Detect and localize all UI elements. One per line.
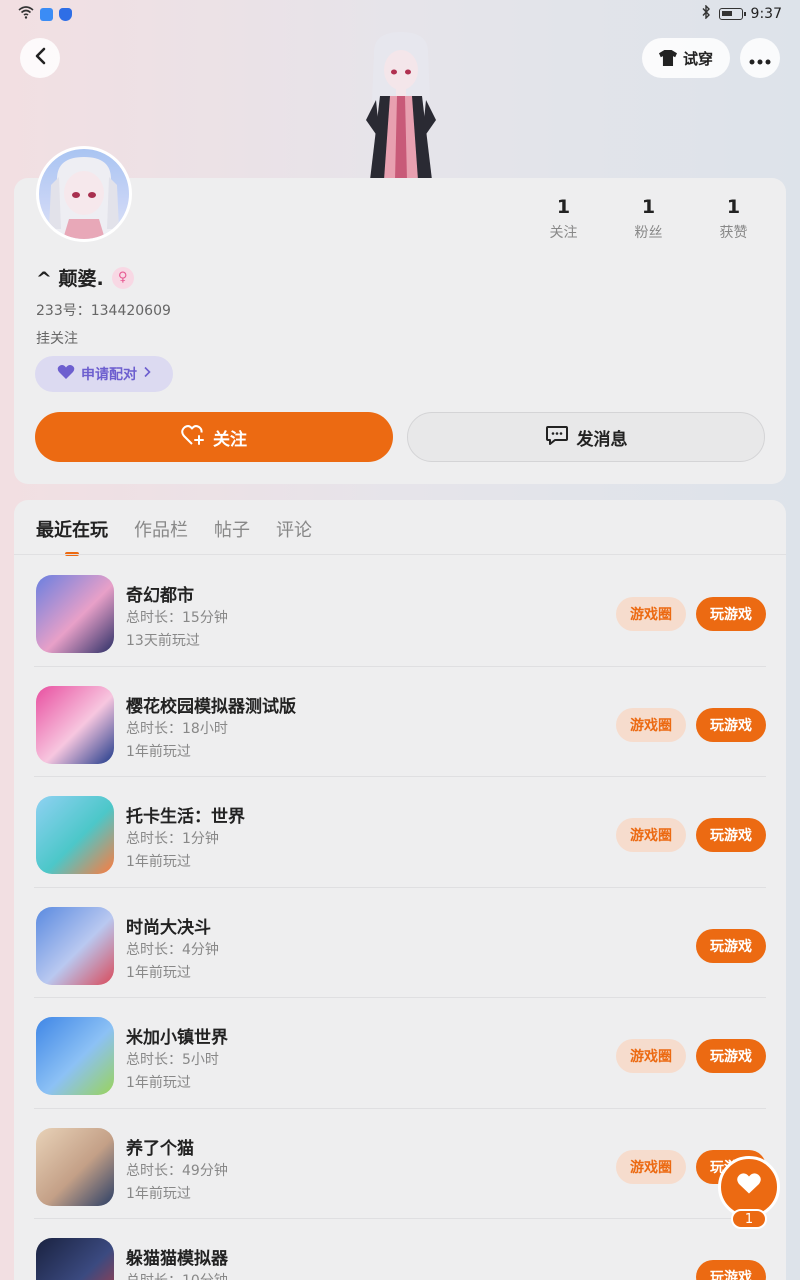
game-list: 奇幻都市 总时长：15分钟 13天前玩过 游戏圈 玩游戏 樱花校园模拟器测试版 … (14, 556, 786, 1280)
heart-icon (736, 1172, 762, 1202)
play-game-button[interactable]: 玩游戏 (696, 707, 766, 742)
profile-stats: 1 关注 1 粉丝 1 获赞 (521, 196, 776, 242)
game-circle-button[interactable]: 游戏圈 (616, 707, 686, 742)
tab-works[interactable]: 作品栏 (134, 516, 188, 542)
game-row[interactable]: 托卡生活：世界 总时长：1分钟 1年前玩过 游戏圈 玩游戏 (34, 777, 766, 888)
game-circle-button[interactable]: 游戏圈 (616, 818, 686, 852)
status-time: 9:37 (750, 6, 782, 22)
game-duration: 总时长：5小时 (126, 1052, 219, 1068)
user-id-label: 233号： (36, 303, 91, 319)
game-name: 米加小镇世界 (126, 1028, 228, 1048)
user-id[interactable]: 233号：134420609 (36, 300, 171, 320)
stat-following[interactable]: 1 关注 (521, 196, 606, 242)
follow-label: 关注 (213, 429, 247, 450)
username-text: ^ 颠婆. (36, 268, 104, 290)
game-name: 躲猫猫模拟器 (126, 1249, 228, 1269)
more-button[interactable] (740, 38, 780, 78)
user-bio: 挂关注 (36, 331, 78, 347)
game-icon[interactable] (36, 575, 114, 653)
more-dots-icon (749, 46, 771, 70)
game-last-played: 1年前玩过 (126, 854, 191, 870)
send-message-button[interactable]: 发消息 (407, 412, 765, 462)
play-game-button[interactable]: 玩游戏 (696, 818, 766, 852)
game-row[interactable]: 躲猫猫模拟器 总时长：10分钟 玩游戏 (34, 1219, 766, 1280)
send-message-label: 发消息 (576, 429, 628, 450)
avatar[interactable] (36, 146, 132, 242)
apply-match-button[interactable]: 申请配对 (35, 356, 173, 392)
game-icon[interactable] (36, 685, 114, 764)
try-on-button[interactable]: 试穿 (642, 38, 730, 78)
try-on-label: 试穿 (682, 49, 713, 68)
profile-card: 1 关注 1 粉丝 1 获赞 ^ 颠婆. ♀ 233号：134420609 挂关… (14, 146, 786, 484)
wifi-icon (18, 6, 34, 23)
avatar-character-image[interactable] (360, 30, 442, 180)
tab-recent-played[interactable]: 最近在玩 (36, 516, 108, 556)
game-row[interactable]: 养了个猫 总时长：49分钟 1年前玩过 游戏圈 玩游戏 (34, 1109, 766, 1219)
game-icon[interactable] (36, 1017, 114, 1095)
stat-likes[interactable]: 1 获赞 (691, 196, 776, 242)
game-last-played: 1年前玩过 (126, 743, 191, 760)
stat-fans-label: 粉丝 (634, 225, 663, 241)
stat-fans[interactable]: 1 粉丝 (606, 196, 691, 242)
tab-posts[interactable]: 帖子 (214, 516, 250, 542)
like-count-badge: 1 (731, 1209, 767, 1229)
cloud-icon (40, 8, 53, 21)
game-icon[interactable] (36, 1127, 114, 1206)
chevron-right-icon (143, 366, 151, 382)
status-bar: 9:37 (0, 0, 800, 30)
game-icon[interactable] (36, 1238, 114, 1280)
battery-icon (718, 8, 746, 20)
back-button[interactable] (20, 38, 60, 78)
game-row[interactable]: 奇幻都市 总时长：15分钟 13天前玩过 游戏圈 玩游戏 (34, 556, 766, 667)
stat-likes-label: 获赞 (719, 225, 748, 241)
follow-button[interactable]: 关注 (35, 412, 393, 462)
game-duration: 总时长：49分钟 (126, 1162, 228, 1179)
profile-tabs: 最近在玩 作品栏 帖子 评论 (36, 516, 312, 556)
tab-divider (14, 554, 786, 555)
game-duration: 总时长：4分钟 (126, 941, 219, 958)
username: ^ 颠婆. ♀ (36, 264, 134, 291)
apply-match-label: 申请配对 (81, 367, 137, 383)
game-name: 养了个猫 (126, 1138, 194, 1159)
game-row[interactable]: 时尚大决斗 总时长：4分钟 1年前玩过 玩游戏 (34, 888, 766, 998)
game-name: 时尚大决斗 (126, 917, 211, 938)
tab-comments[interactable]: 评论 (276, 516, 312, 542)
chevron-left-icon (34, 47, 46, 69)
game-circle-button[interactable]: 游戏圈 (616, 1149, 686, 1184)
play-game-button[interactable]: 玩游戏 (696, 597, 766, 631)
game-last-played: 1年前玩过 (126, 1185, 191, 1202)
game-row[interactable]: 樱花校园模拟器测试版 总时长：18小时 1年前玩过 游戏圈 玩游戏 (34, 667, 766, 777)
stat-following-count: 1 (556, 196, 571, 218)
stat-following-label: 关注 (549, 225, 578, 241)
game-duration: 总时长：15分钟 (126, 610, 228, 626)
game-circle-button[interactable]: 游戏圈 (616, 597, 686, 631)
stat-likes-count: 1 (726, 196, 741, 218)
stat-fans-count: 1 (641, 196, 656, 218)
game-name: 托卡生活：世界 (126, 807, 245, 827)
game-duration: 总时长：1分钟 (126, 831, 219, 847)
play-game-button[interactable]: 玩游戏 (696, 928, 766, 963)
content-card: 最近在玩 作品栏 帖子 评论 奇幻都市 总时长：15分钟 13天前玩过 游戏圈 … (14, 500, 786, 1280)
game-icon[interactable] (36, 796, 114, 874)
heart-plus-icon (181, 424, 205, 451)
female-gender-icon: ♀ (111, 266, 134, 289)
tshirt-icon (658, 50, 677, 66)
heart-icon (57, 364, 75, 384)
chat-bubble-icon (545, 424, 569, 451)
game-circle-button[interactable]: 游戏圈 (616, 1039, 686, 1073)
game-icon[interactable] (36, 906, 114, 985)
game-name: 樱花校园模拟器测试版 (126, 696, 296, 717)
game-row[interactable]: 米加小镇世界 总时长：5小时 1年前玩过 游戏圈 玩游戏 (34, 998, 766, 1109)
shield-icon (59, 8, 72, 21)
game-last-played: 1年前玩过 (126, 1075, 191, 1091)
bluetooth-icon (701, 4, 711, 23)
play-game-button[interactable]: 玩游戏 (696, 1260, 766, 1280)
user-id-value: 134420609 (90, 303, 171, 319)
play-game-button[interactable]: 玩游戏 (696, 1039, 766, 1073)
game-last-played: 1年前玩过 (126, 964, 191, 981)
game-duration: 总时长：18小时 (126, 720, 228, 737)
game-duration: 总时长：10分钟 (126, 1270, 228, 1280)
game-last-played: 13天前玩过 (126, 633, 200, 649)
game-name: 奇幻都市 (126, 586, 194, 606)
